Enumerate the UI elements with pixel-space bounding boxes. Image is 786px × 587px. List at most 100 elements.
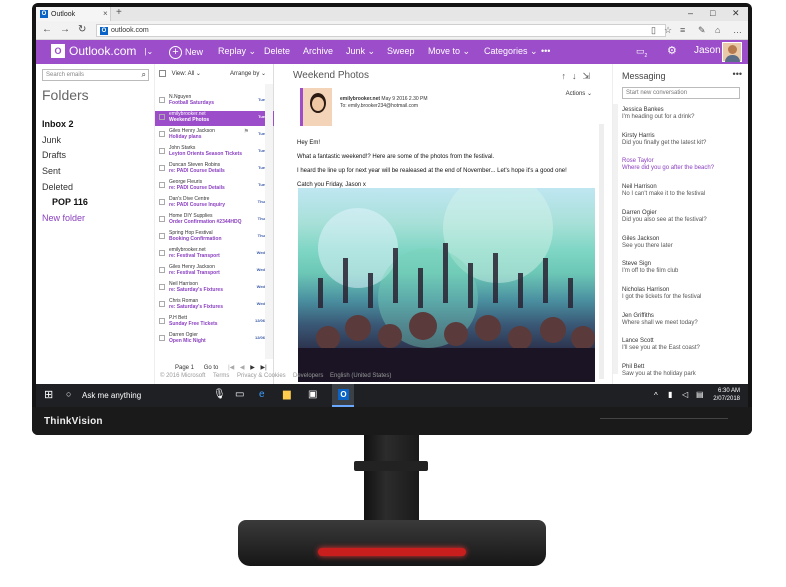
sender-address[interactable]: emilybrooker.net [340, 96, 380, 102]
more-commands-button[interactable]: ••• [541, 46, 550, 56]
up-arrow-icon[interactable]: ↑ [561, 71, 572, 81]
privacy-link[interactable]: Privacy & Cookies [237, 373, 286, 379]
message-row[interactable]: Giles Henry Jackson re: Festival Transpor… [155, 264, 275, 279]
row-checkbox[interactable] [159, 199, 165, 205]
clock[interactable]: 6:30 AM 2/07/2018 [713, 387, 740, 403]
folder-deleted[interactable]: Deleted [42, 182, 73, 192]
network-icon[interactable]: ▮ [668, 390, 672, 399]
new-conversation-input[interactable]: Start new conversation [622, 87, 740, 99]
message-row[interactable]: John Starks Leyton Orients Season Tickets… [155, 145, 275, 160]
row-checkbox[interactable] [159, 318, 165, 324]
popout-icon[interactable]: ⇲ [582, 71, 596, 81]
sweep-button[interactable]: Sweep [387, 46, 415, 56]
row-checkbox[interactable] [159, 97, 165, 103]
store-icon[interactable]: ▣ [308, 389, 317, 400]
message-row[interactable]: Duncan Steven Robins re: PADI Course Deta… [155, 162, 275, 177]
edge-icon[interactable]: e [259, 389, 265, 400]
new-tab-button[interactable]: + [116, 7, 122, 18]
new-folder-link[interactable]: New folder [42, 213, 85, 223]
archive-button[interactable]: Archive [303, 46, 333, 56]
contact-item[interactable]: Darren Ogier Did you also see at the fest… [622, 210, 742, 224]
row-checkbox[interactable] [159, 301, 165, 307]
messaging-more-icon[interactable]: ••• [733, 69, 742, 79]
windows-start-icon[interactable]: ⊞ [44, 388, 53, 401]
cortana-icon[interactable]: ○ [66, 389, 71, 399]
folder-inbox[interactable]: Inbox 2 [42, 119, 74, 129]
contact-item[interactable]: Kirsty Harris Did you finally get the lat… [622, 133, 742, 147]
message-row[interactable]: emilybrooker.net re: Festival Transport We… [155, 247, 275, 262]
terms-link[interactable]: Terms [213, 373, 229, 379]
developers-link[interactable]: Developers [293, 373, 323, 379]
language-link[interactable]: English (United States) [330, 373, 391, 379]
prev-page-icon[interactable]: ◀ [240, 365, 245, 371]
festival-photo[interactable] [298, 188, 595, 382]
contact-item[interactable]: Jessica Bankes I'm heading out for a drin… [622, 107, 742, 121]
contact-item[interactable]: Neil Harrison No I can't make it to the f… [622, 184, 742, 198]
next-page-icon[interactable]: ▶ [250, 365, 255, 371]
categories-button[interactable]: Categories ⌄ [484, 46, 538, 57]
row-checkbox[interactable] [159, 216, 165, 222]
flag-icon[interactable]: ⚑ [244, 129, 249, 135]
system-tray-chevron-icon[interactable]: ^ [654, 391, 658, 400]
user-avatar[interactable] [722, 42, 742, 62]
browser-tab[interactable]: O Outlook × [36, 7, 111, 21]
message-row[interactable]: emilybrooker.net Weekend Photos Tue [155, 111, 275, 126]
folder-junk[interactable]: Junk [42, 135, 61, 145]
row-checkbox[interactable] [159, 165, 165, 171]
search-emails-input[interactable]: Search emails ⌕ [42, 69, 149, 81]
outlook-logo[interactable]: O Outlook.com |⌄ [51, 44, 153, 58]
actions-menu[interactable]: Actions ⌄ [566, 90, 592, 97]
row-checkbox[interactable] [159, 284, 165, 290]
close-window-button[interactable]: ✕ [732, 8, 740, 19]
new-button[interactable]: + New [169, 46, 203, 59]
refresh-icon[interactable]: ↻ [78, 24, 86, 35]
volume-icon[interactable]: ◁ [682, 390, 688, 399]
chat-icon[interactable]: ▭2 [636, 46, 647, 59]
folder-sent[interactable]: Sent [42, 166, 61, 176]
contact-item[interactable]: Rose Taylor Where did you go after the be… [622, 158, 742, 172]
notification-icon[interactable]: ▤ [696, 390, 704, 399]
microphone-icon[interactable]: 🎙 [213, 389, 226, 400]
close-tab-icon[interactable]: × [103, 9, 108, 18]
reply-button[interactable]: Replay ⌄ [218, 46, 256, 57]
outlook-taskbar-icon[interactable]: O [338, 389, 349, 400]
more-icon[interactable]: … [733, 25, 742, 35]
contact-item[interactable]: Jen Griffiths Where shall we meet today? [622, 313, 742, 327]
messaging-scrollbar[interactable] [613, 104, 618, 374]
settings-gear-icon[interactable]: ⚙ [667, 44, 677, 57]
file-explorer-icon[interactable]: ▆ [283, 389, 291, 400]
contact-item[interactable]: Phil Bett Saw you at the holiday park [622, 364, 742, 378]
maximize-button[interactable]: □ [710, 8, 715, 18]
move-to-button[interactable]: Move to ⌄ [428, 46, 470, 57]
minimize-button[interactable]: – [688, 8, 693, 18]
message-row[interactable]: Giles Henry Jackson Holiday plans ⚑ Tue [155, 128, 275, 143]
folder-drafts[interactable]: Drafts [42, 150, 66, 160]
message-row[interactable]: Chris Roman re: Saturday's Fixtures Wed [155, 298, 275, 313]
task-view-icon[interactable]: ▭ [235, 389, 244, 400]
notes-icon[interactable]: ✎ [698, 25, 706, 36]
user-name[interactable]: Jason [694, 45, 721, 56]
message-row[interactable]: P.H Bett Sunday Free Tickets 12/06 [155, 315, 275, 330]
back-icon[interactable]: ← [42, 24, 52, 35]
row-checkbox[interactable] [159, 131, 165, 137]
goto-label[interactable]: Go to [204, 365, 219, 371]
row-checkbox[interactable] [159, 114, 165, 120]
junk-button[interactable]: Junk ⌄ [346, 46, 375, 57]
list-scrollbar[interactable] [265, 84, 273, 359]
first-page-icon[interactable]: |◀ [228, 365, 234, 371]
message-row[interactable]: Home DIY Supplies Order Confirmation #234… [155, 213, 275, 228]
url-field[interactable]: O outlook.com [96, 24, 666, 37]
contact-item[interactable]: Nicholas Harrison I got the tickets for t… [622, 287, 742, 301]
message-row[interactable]: Neil Harrison re: Saturday's Fixtures Wed [155, 281, 275, 296]
contact-item[interactable]: Giles Jackson See you there later [622, 236, 742, 250]
row-checkbox[interactable] [159, 335, 165, 341]
hub-icon[interactable]: ≡ [680, 25, 685, 35]
down-arrow-icon[interactable]: ↓ [572, 71, 583, 81]
row-checkbox[interactable] [159, 148, 165, 154]
message-row[interactable]: Spring Hop Festival Booking Confirmation T… [155, 230, 275, 245]
delete-button[interactable]: Delete [264, 46, 290, 56]
message-row[interactable]: George Fleuris re: PADI Course Details Tue [155, 179, 275, 194]
message-row[interactable]: Darren Ogier Open Mic Night 12/06 [155, 332, 275, 347]
reading-scrollbar[interactable] [599, 124, 604, 379]
select-all-checkbox[interactable] [159, 70, 166, 77]
